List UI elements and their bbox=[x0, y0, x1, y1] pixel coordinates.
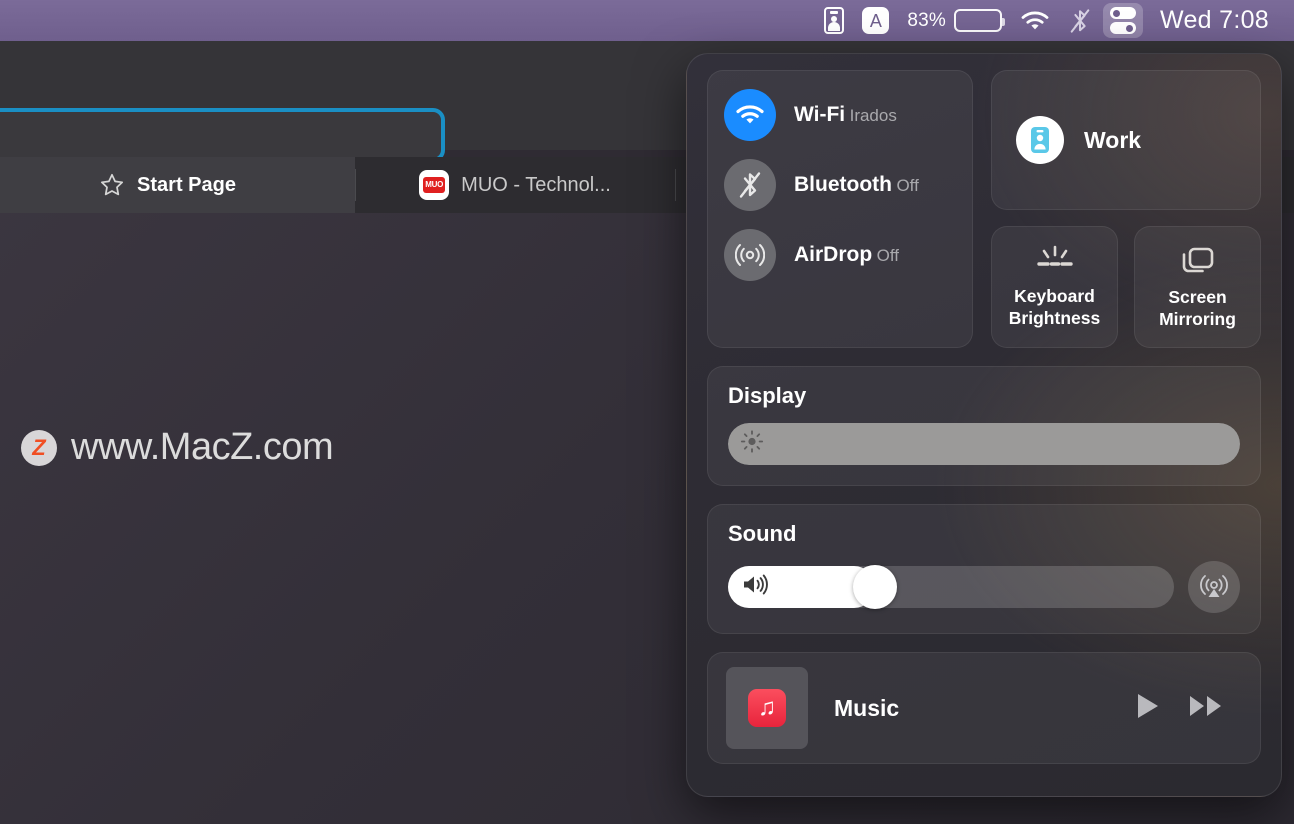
display-brightness-slider[interactable] bbox=[728, 423, 1240, 465]
music-title: Music bbox=[834, 695, 1108, 722]
focus-id-card-icon bbox=[1016, 116, 1064, 164]
fast-forward-icon bbox=[1188, 691, 1226, 721]
sound-volume-slider[interactable] bbox=[728, 566, 1174, 608]
display-section: Display bbox=[707, 366, 1261, 486]
sound-row bbox=[728, 561, 1240, 613]
screen: Start Page MUO MUO - Technol... Z www.Ma… bbox=[0, 0, 1294, 824]
next-track-button[interactable] bbox=[1188, 691, 1226, 726]
bluetooth-row[interactable]: Bluetooth Off bbox=[724, 159, 956, 211]
menu-control-center[interactable] bbox=[1101, 0, 1145, 41]
control-center-top-row: Wi-Fi Irados Bluetooth Off bbox=[707, 70, 1261, 348]
focus-card[interactable]: Work bbox=[991, 70, 1261, 210]
focus-and-tiles-column: Work Keyboard Brightness bbox=[991, 70, 1261, 348]
address-bar[interactable] bbox=[0, 108, 445, 162]
tab-label: Start Page bbox=[137, 174, 236, 197]
album-art-placeholder: ♫ bbox=[726, 667, 808, 749]
music-widget: ♫ Music bbox=[707, 652, 1261, 764]
screen-mirroring-tile[interactable]: Screen Mirroring bbox=[1134, 226, 1261, 348]
bluetooth-off-icon bbox=[1068, 6, 1092, 36]
music-controls bbox=[1134, 691, 1242, 726]
play-icon bbox=[1134, 691, 1162, 721]
airplay-audio-button[interactable] bbox=[1188, 561, 1240, 613]
macz-logo-icon: Z bbox=[21, 430, 57, 466]
airdrop-title: AirDrop bbox=[794, 243, 872, 266]
connectivity-card: Wi-Fi Irados Bluetooth Off bbox=[707, 70, 973, 348]
input-source-icon: A bbox=[862, 7, 889, 34]
wifi-icon bbox=[1020, 9, 1050, 33]
tile-label: Screen Mirroring bbox=[1141, 287, 1254, 331]
menu-focus-status[interactable] bbox=[815, 0, 853, 41]
menu-clock[interactable]: Wed 7:08 bbox=[1145, 0, 1282, 41]
tile-label: Keyboard Brightness bbox=[998, 286, 1111, 330]
airplay-audio-icon bbox=[1199, 572, 1229, 602]
keyboard-brightness-tile[interactable]: Keyboard Brightness bbox=[991, 226, 1118, 348]
brightness-icon bbox=[740, 430, 764, 459]
airdrop-icon bbox=[724, 229, 776, 281]
wifi-row[interactable]: Wi-Fi Irados bbox=[724, 89, 956, 141]
battery-percent-label: 83% bbox=[907, 10, 946, 32]
screen-mirroring-icon bbox=[1178, 243, 1218, 277]
control-center-panel: Wi-Fi Irados Bluetooth Off bbox=[686, 53, 1282, 797]
control-center-icon bbox=[1110, 6, 1136, 36]
focus-id-card-icon bbox=[824, 7, 844, 34]
menu-bar: A 83% bbox=[0, 0, 1294, 41]
tab-label: MUO - Technol... bbox=[461, 174, 611, 197]
tab-muo[interactable]: MUO MUO - Technol... bbox=[355, 157, 675, 213]
keyboard-brightness-icon bbox=[1033, 244, 1077, 276]
bluetooth-off-icon bbox=[724, 159, 776, 211]
battery-icon bbox=[954, 9, 1002, 32]
focus-label: Work bbox=[1084, 127, 1141, 154]
watermark: Z www.MacZ.com bbox=[21, 426, 333, 469]
wifi-status: Irados bbox=[850, 106, 897, 125]
star-icon bbox=[99, 172, 125, 198]
tiles-row: Keyboard Brightness Screen Mirroring bbox=[991, 226, 1261, 348]
music-app-icon: ♫ bbox=[748, 689, 786, 727]
airdrop-status: Off bbox=[877, 246, 899, 265]
airdrop-row[interactable]: AirDrop Off bbox=[724, 229, 956, 281]
clock-label: Wed 7:08 bbox=[1154, 6, 1273, 35]
tab-start-page[interactable]: Start Page bbox=[0, 157, 355, 213]
sound-slider-knob[interactable] bbox=[853, 565, 897, 609]
muo-favicon: MUO bbox=[419, 170, 449, 200]
menu-battery[interactable]: 83% bbox=[898, 0, 1011, 41]
display-title: Display bbox=[728, 383, 1240, 409]
menu-input-source[interactable]: A bbox=[853, 0, 898, 41]
sound-section: Sound bbox=[707, 504, 1261, 634]
menu-bluetooth[interactable] bbox=[1059, 0, 1101, 41]
watermark-text: www.MacZ.com bbox=[71, 426, 333, 469]
menu-wifi[interactable] bbox=[1011, 0, 1059, 41]
wifi-icon bbox=[724, 89, 776, 141]
bluetooth-status: Off bbox=[896, 176, 918, 195]
speaker-icon bbox=[740, 573, 770, 602]
wifi-title: Wi-Fi bbox=[794, 103, 845, 126]
sound-title: Sound bbox=[728, 521, 1240, 547]
bluetooth-title: Bluetooth bbox=[794, 173, 892, 196]
play-button[interactable] bbox=[1134, 691, 1162, 726]
